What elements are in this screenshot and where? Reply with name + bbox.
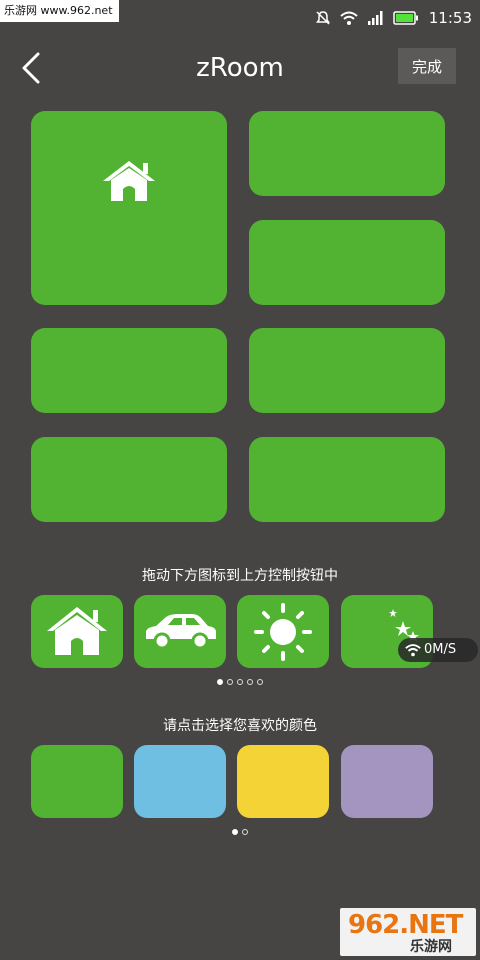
- page-dot[interactable]: [257, 679, 263, 685]
- watermark-bottom: 962.NET 乐游网: [340, 908, 476, 956]
- status-bar: 乐游网 www.962.net 11:53: [0, 0, 480, 36]
- control-tile[interactable]: [31, 437, 227, 522]
- wifi-icon: [340, 11, 358, 25]
- status-icons: 11:53: [315, 6, 472, 30]
- page-dot[interactable]: [227, 679, 233, 685]
- control-tile-large[interactable]: [31, 111, 227, 305]
- chevron-left-icon: [22, 52, 40, 84]
- network-speed-indicator: 0M/S: [398, 638, 478, 662]
- page-dot[interactable]: [237, 679, 243, 685]
- home-icon: [47, 607, 107, 655]
- page-dot[interactable]: [232, 829, 238, 835]
- watermark-top: 乐游网 www.962.net: [0, 0, 119, 22]
- done-button[interactable]: 完成: [398, 48, 456, 84]
- color-swatch-green[interactable]: [31, 745, 123, 818]
- clock: 11:53: [428, 9, 472, 27]
- color-page-indicator: [0, 829, 480, 835]
- color-swatch-yellow[interactable]: [237, 745, 329, 818]
- wifi-icon: [405, 644, 421, 657]
- mute-icon: [315, 11, 330, 25]
- control-tile[interactable]: [31, 328, 227, 413]
- sun-icon: [254, 603, 312, 661]
- network-speed-value: 0M/S: [424, 642, 457, 657]
- color-swatch-purple[interactable]: [341, 745, 433, 818]
- home-icon: [103, 161, 155, 201]
- back-button[interactable]: [14, 48, 50, 88]
- page-dot[interactable]: [247, 679, 253, 685]
- icon-option-sun[interactable]: [237, 595, 329, 668]
- page-dot[interactable]: [217, 679, 223, 685]
- icon-option-car[interactable]: [134, 595, 226, 668]
- signal-icon: [367, 11, 383, 25]
- icon-picker-hint: 拖动下方图标到上方控制按钮中: [142, 568, 338, 584]
- color-swatch-blue[interactable]: [134, 745, 226, 818]
- car-icon: [146, 614, 216, 650]
- watermark-name: 乐游网: [410, 939, 452, 955]
- control-tile[interactable]: [249, 328, 445, 413]
- control-tile[interactable]: [249, 437, 445, 522]
- battery-icon: [393, 11, 418, 25]
- icon-page-indicator: [0, 679, 480, 685]
- control-tile[interactable]: [249, 220, 445, 305]
- control-tile[interactable]: [249, 111, 445, 196]
- page-dot[interactable]: [242, 829, 248, 835]
- color-picker-hint: 请点击选择您喜欢的颜色: [163, 718, 317, 734]
- icon-option-home[interactable]: [31, 595, 123, 668]
